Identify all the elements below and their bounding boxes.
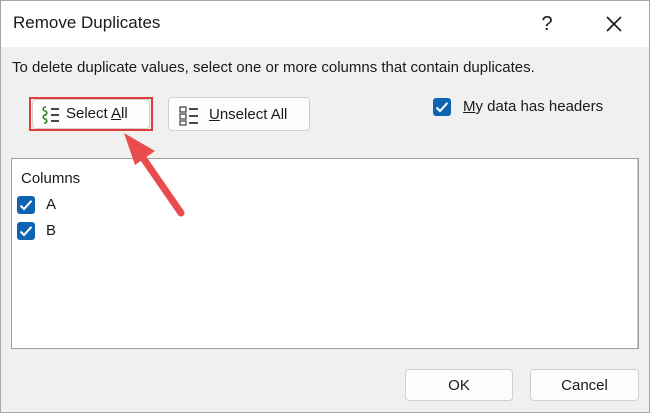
unselect-all-icon bbox=[179, 106, 198, 126]
list-item[interactable]: A bbox=[17, 196, 97, 216]
column-a-checkbox[interactable] bbox=[17, 196, 35, 214]
instruction-text: To delete duplicate values, select one o… bbox=[12, 59, 535, 76]
remove-duplicates-dialog: Remove Duplicates ? To delete duplicate … bbox=[0, 0, 650, 413]
help-button[interactable]: ? bbox=[533, 9, 561, 39]
unselect-all-button[interactable]: Unselect All bbox=[168, 97, 310, 131]
annotation-arrow-icon bbox=[124, 133, 185, 217]
ok-label: OK bbox=[448, 377, 470, 394]
headers-checkbox-label: My data has headers bbox=[463, 98, 604, 115]
unselect-all-label: Unselect All bbox=[209, 106, 288, 123]
close-button[interactable] bbox=[599, 9, 629, 39]
columns-list[interactable]: Columns A B bbox=[11, 158, 639, 349]
cancel-button[interactable]: Cancel bbox=[530, 369, 639, 401]
column-a-label: A bbox=[46, 196, 57, 213]
dialog-title: Remove Duplicates bbox=[13, 13, 161, 32]
checkmark-icon bbox=[19, 226, 33, 237]
column-b-label: B bbox=[46, 222, 57, 239]
headers-checkbox-row[interactable]: My data has headers bbox=[433, 97, 633, 119]
ok-button[interactable]: OK bbox=[405, 369, 513, 401]
columns-header: Columns bbox=[21, 170, 81, 187]
highlight-box bbox=[29, 97, 153, 131]
list-divider bbox=[637, 159, 638, 348]
title-bar: Remove Duplicates ? bbox=[1, 1, 649, 47]
list-item[interactable]: B bbox=[17, 222, 97, 242]
close-icon bbox=[606, 16, 622, 32]
checkmark-icon bbox=[435, 102, 449, 113]
cancel-label: Cancel bbox=[561, 377, 608, 394]
checkmark-icon bbox=[19, 200, 33, 211]
headers-checkbox[interactable] bbox=[433, 98, 451, 116]
column-b-checkbox[interactable] bbox=[17, 222, 35, 240]
